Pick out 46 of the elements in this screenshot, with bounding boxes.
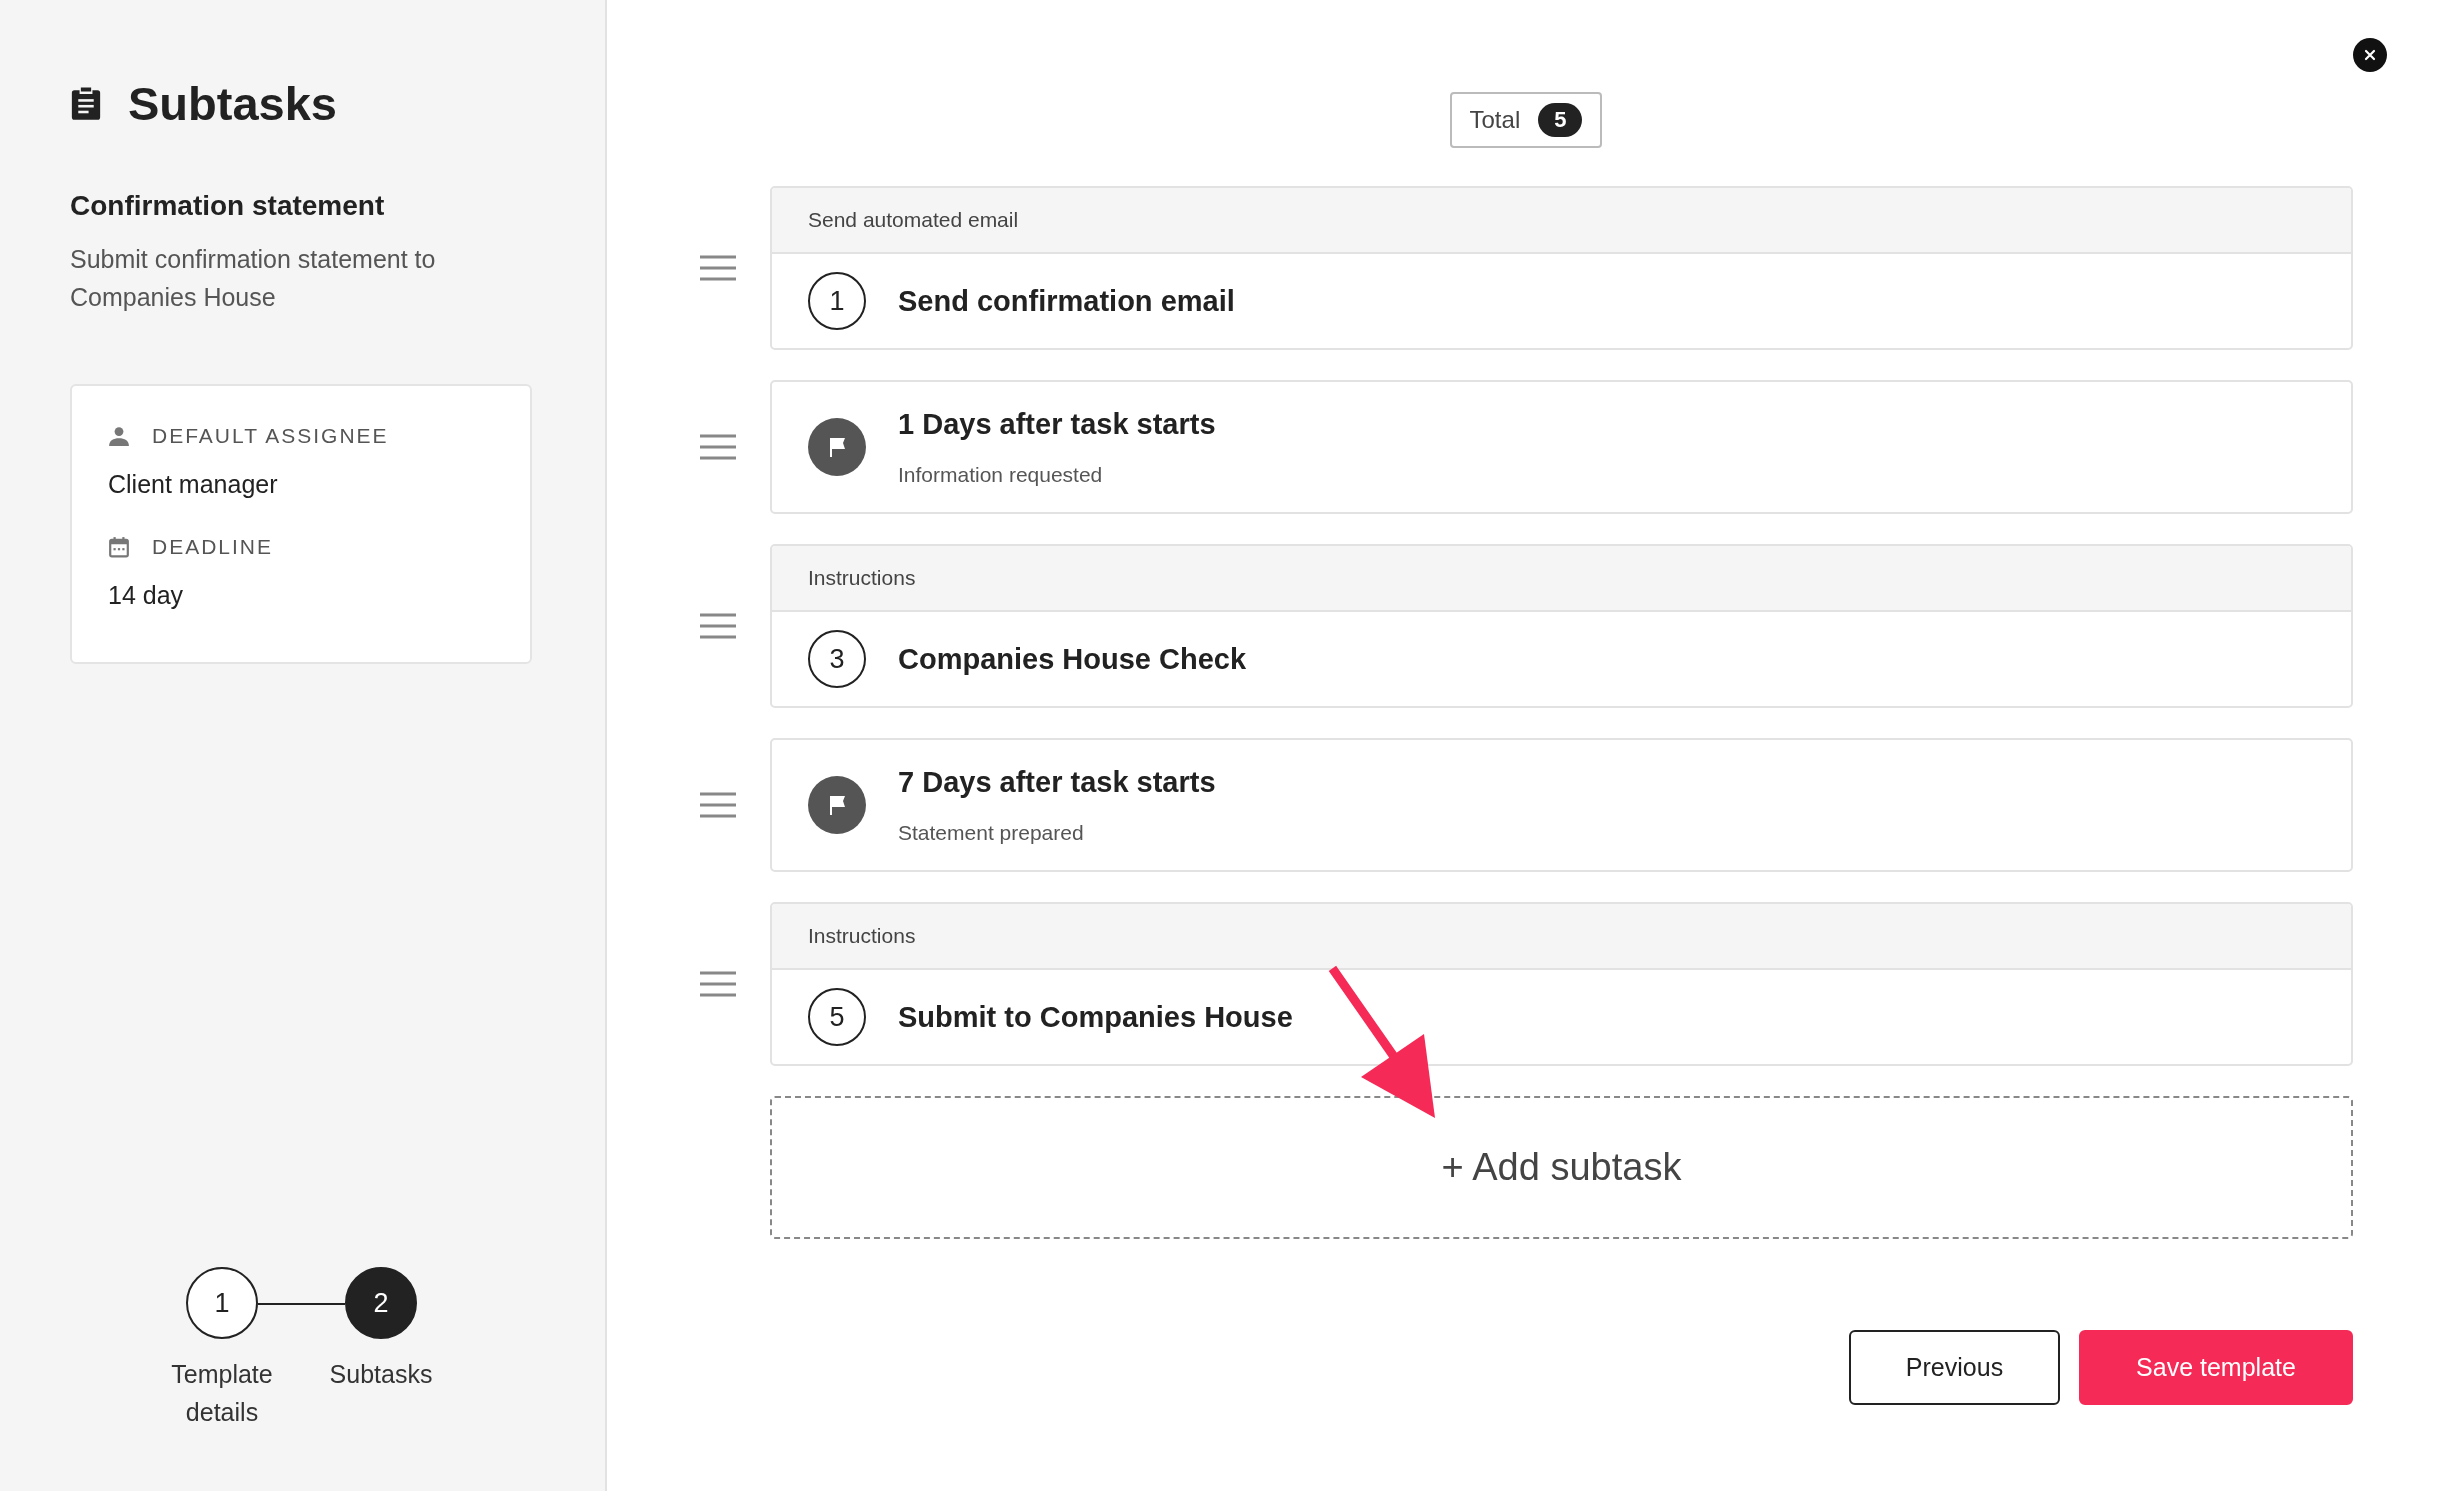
page-title: Subtasks [128,75,337,131]
detail-label: DEFAULT ASSIGNEE [152,424,389,448]
step-number: 1 [808,272,866,330]
flag-icon [808,776,866,834]
subtask-title: Companies House Check [898,642,1247,676]
drag-handle-icon[interactable] [699,792,737,818]
step-label: Template details [170,1359,274,1428]
add-subtask-button[interactable]: + Add subtask [770,1096,2353,1239]
close-icon [2364,49,2376,61]
step-circle[interactable]: 2 [345,1267,417,1339]
save-button[interactable]: Save template [2079,1330,2353,1405]
subtask-card[interactable]: Instructions 5 Submit to Companies House [770,902,2353,1066]
milestone-card[interactable]: 7 Days after task starts Statement prepared [770,738,2353,872]
drag-handle-icon[interactable] [699,971,737,997]
close-button[interactable] [2353,38,2387,72]
person-icon [108,425,130,447]
milestone-note: Statement prepared [898,820,1085,845]
subtask-type: Send automated email [772,188,2351,254]
step-label: Subtasks [329,1359,433,1390]
template-description: Submit confirmation statement to Companies House [70,244,437,313]
subtask-card[interactable]: Instructions 3 Companies House Check [770,544,2353,708]
drag-handle-icon[interactable] [699,434,737,460]
detail-value: 14 day [108,581,185,610]
subtask-title: Submit to Companies House [898,1000,1293,1034]
milestone-title: 7 Days after task starts [898,765,1216,799]
subtask-title: Send confirmation email [898,284,1235,318]
calendar-icon [108,536,130,558]
detail-value: Client manager [108,470,279,499]
milestone-title: 1 Days after task starts [898,407,1216,441]
subtask-type: Instructions [772,546,2351,612]
previous-button[interactable]: Previous [1849,1330,2060,1405]
clipboard-icon [70,85,102,121]
total-label: Total [1469,106,1521,134]
total-count: 5 [1538,103,1583,137]
template-name: Confirmation statement [70,190,386,222]
milestone-note: Information requested [898,462,1104,487]
drag-handle-icon[interactable] [699,613,737,639]
detail-label: DEADLINE [152,535,274,559]
milestone-card[interactable]: 1 Days after task starts Information requested [770,380,2353,514]
step-number: 3 [808,630,866,688]
flag-icon [808,418,866,476]
step-number: 5 [808,988,866,1046]
subtask-card[interactable]: Send automated email 1 Send confirmation email [770,186,2353,350]
subtask-type: Instructions [772,904,2351,970]
drag-handle-icon[interactable] [699,255,737,281]
step-circle[interactable]: 1 [186,1267,258,1339]
